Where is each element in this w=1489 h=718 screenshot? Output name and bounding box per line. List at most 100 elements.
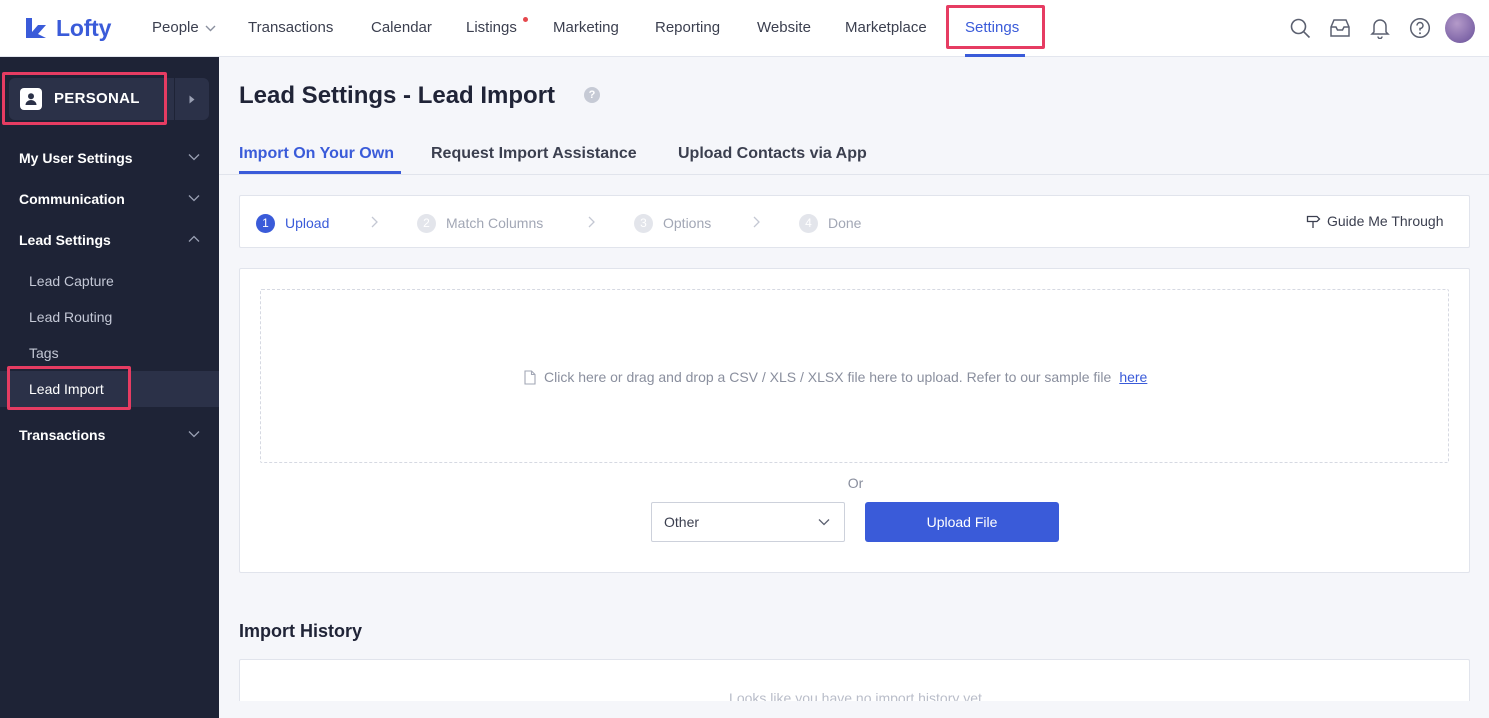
nav-transactions-label: Transactions (248, 19, 334, 36)
nav-website[interactable]: Website (757, 0, 811, 57)
sidebar-item-label: Lead Routing (29, 309, 113, 325)
top-navigation-bar: Lofty People Transactions Calendar Listi… (0, 0, 1489, 57)
sidebar-group-label: Communication (19, 191, 125, 207)
chevron-down-icon (205, 25, 216, 32)
nav-settings[interactable]: Settings (965, 0, 1019, 57)
sidebar-item-label: Lead Import (29, 381, 104, 397)
sidebar-group-lead-settings[interactable]: Lead Settings (0, 221, 219, 261)
step-number: 4 (799, 213, 818, 233)
sidebar-group-label: Lead Settings (19, 232, 111, 248)
sidebar-item-label: Lead Capture (29, 273, 114, 289)
tab-active-indicator (239, 171, 401, 174)
step-label: Done (828, 215, 862, 231)
settings-sidebar: PERSONAL My User Settings Communication … (0, 57, 219, 718)
nav-calendar-label: Calendar (371, 19, 432, 36)
inbox-button[interactable] (1329, 17, 1351, 39)
or-separator: Or (847, 475, 864, 491)
import-history-title: Import History (239, 621, 363, 641)
sidebar-item-lead-routing[interactable]: Lead Routing (0, 299, 219, 335)
tab-label: Request Import Assistance (431, 145, 637, 162)
nav-marketplace[interactable]: Marketplace (845, 0, 927, 57)
sidebar-item-lead-import[interactable]: Lead Import (0, 371, 219, 407)
chevron-down-icon (188, 431, 200, 438)
nav-settings-label: Settings (965, 19, 1020, 36)
step-upload: 1 Upload (256, 213, 329, 233)
sidebar-group-communication[interactable]: Communication (0, 180, 219, 220)
nav-reporting[interactable]: Reporting (655, 0, 720, 57)
guide-label: Guide Me Through (1327, 213, 1444, 229)
tab-request-import-assistance[interactable]: Request Import Assistance (431, 145, 637, 163)
nav-website-label: Website (757, 19, 811, 36)
dropzone-instructions: Click here or drag and drop a CSV / XLS … (524, 369, 1147, 385)
chevron-up-icon (188, 235, 200, 242)
sample-file-link[interactable]: here (1119, 369, 1147, 385)
workspace-switcher[interactable]: PERSONAL (9, 78, 209, 120)
caret-right-icon (189, 95, 195, 103)
guide-me-through-button[interactable]: Guide Me Through (1306, 213, 1443, 229)
sidebar-item-tags[interactable]: Tags (0, 335, 219, 371)
nav-listings[interactable]: Listings (466, 0, 517, 57)
import-source-select[interactable]: Other (651, 502, 845, 542)
nav-reporting-label: Reporting (655, 19, 721, 36)
step-number: 3 (634, 213, 653, 233)
lofty-logo[interactable]: Lofty (24, 14, 111, 42)
tab-label: Upload Contacts via App (678, 145, 867, 162)
file-dropzone[interactable]: Click here or drag and drop a CSV / XLS … (260, 289, 1449, 463)
step-label: Upload (285, 215, 330, 231)
tab-label: Import On Your Own (239, 145, 394, 162)
question-icon[interactable]: ? (584, 87, 600, 103)
chevron-down-icon (188, 195, 200, 202)
step-number: 2 (417, 213, 436, 233)
step-label: Match Columns (446, 215, 544, 231)
page-title: Lead Settings - Lead Import (239, 82, 556, 109)
bell-icon (1370, 19, 1390, 39)
file-icon (524, 369, 536, 385)
notifications-button[interactable] (1369, 17, 1391, 39)
signpost-icon (1306, 215, 1321, 228)
nav-listings-label: Listings (466, 19, 517, 36)
import-history-empty-text: Looks like you have no import history ye… (729, 690, 982, 701)
tab-upload-contacts-via-app[interactable]: Upload Contacts via App (678, 145, 867, 163)
user-avatar[interactable] (1445, 13, 1475, 43)
search-button[interactable] (1289, 17, 1311, 39)
nav-marketing[interactable]: Marketing (553, 0, 619, 57)
nav-people[interactable]: People (152, 0, 216, 57)
user-icon (20, 88, 42, 110)
help-button[interactable] (1409, 17, 1431, 39)
lofty-logo-icon (26, 18, 46, 38)
step-number: 1 (256, 213, 275, 233)
upload-file-button[interactable]: Upload File (865, 502, 1059, 542)
chevron-right-icon (753, 216, 760, 228)
inbox-icon (1330, 19, 1350, 37)
import-history-card: Looks like you have no import history ye… (239, 659, 1470, 701)
sidebar-group-my-user-settings[interactable]: My User Settings (0, 139, 219, 179)
sidebar-item-lead-capture[interactable]: Lead Capture (0, 263, 219, 299)
chevron-right-icon (371, 216, 378, 228)
step-done: 4 Done (799, 213, 861, 233)
nav-people-label: People (152, 19, 199, 36)
brand-name: Lofty (56, 14, 112, 41)
help-icon (1409, 17, 1431, 39)
nav-transactions[interactable]: Transactions (248, 0, 333, 57)
dropzone-text: Click here or drag and drop a CSV / XLS … (544, 369, 1112, 385)
workspace-expand-button[interactable] (174, 78, 209, 120)
tab-import-on-your-own[interactable]: Import On Your Own (239, 145, 394, 163)
workspace-label: PERSONAL (54, 90, 140, 107)
upload-card: Click here or drag and drop a CSV / XLS … (239, 268, 1470, 573)
sidebar-group-label: Transactions (19, 427, 106, 443)
nav-marketing-label: Marketing (553, 19, 619, 36)
sidebar-group-label: My User Settings (19, 150, 133, 166)
select-value: Other (664, 514, 700, 530)
step-options: 3 Options (634, 213, 711, 233)
sidebar-item-label: Tags (29, 345, 59, 361)
chevron-right-icon (588, 216, 595, 228)
nav-marketplace-label: Marketplace (845, 19, 927, 36)
sidebar-group-transactions[interactable]: Transactions (0, 416, 219, 456)
step-match-columns: 2 Match Columns (417, 213, 543, 233)
tabs-divider (219, 174, 1489, 175)
listings-notification-dot (523, 17, 528, 22)
chevron-down-icon (188, 154, 200, 161)
chevron-down-icon (818, 519, 830, 526)
nav-calendar[interactable]: Calendar (371, 0, 432, 57)
step-label: Options (663, 215, 712, 231)
